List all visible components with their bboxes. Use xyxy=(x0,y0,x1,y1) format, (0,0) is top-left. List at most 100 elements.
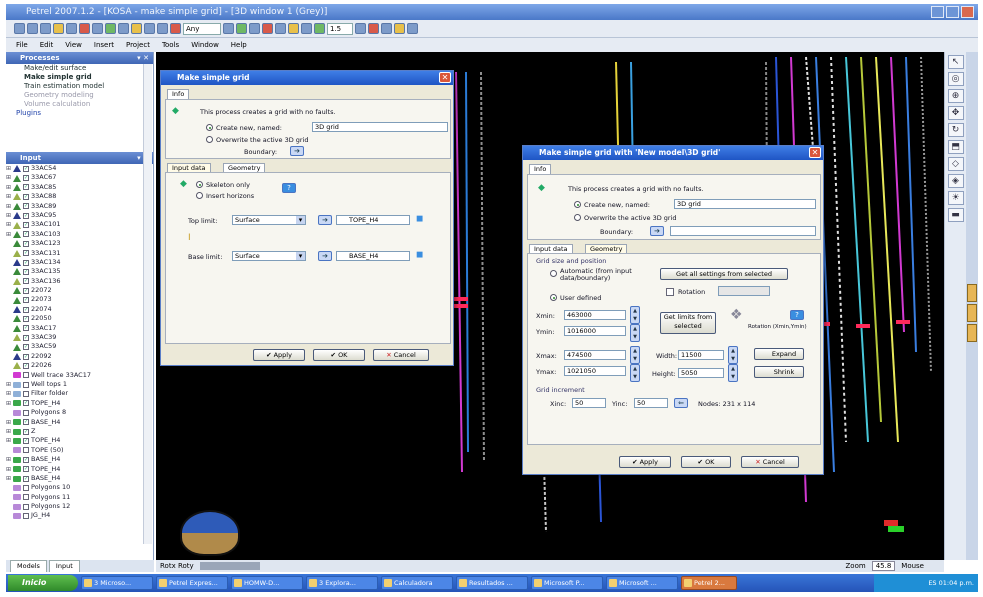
expand-toggle-icon[interactable]: ⊞ xyxy=(6,183,12,192)
axis-icon[interactable] xyxy=(157,23,168,34)
xinc-input[interactable]: 50 xyxy=(572,398,606,408)
dialog2-ok-button[interactable]: ✔ OK xyxy=(681,456,731,468)
tree-item[interactable]: ⊞ ✓ 33AC54 xyxy=(6,164,153,173)
visibility-checkbox[interactable]: ✓ xyxy=(23,325,29,332)
xmin-spinner[interactable]: ▲ ▼ xyxy=(630,306,640,324)
side-tool-icon[interactable] xyxy=(967,324,977,342)
tree-item[interactable]: ✓ 33AC59 xyxy=(6,342,153,351)
visibility-checkbox[interactable]: ✓ xyxy=(23,240,29,247)
tree-item[interactable]: ⊞ ✓ 33AC89 xyxy=(6,202,153,211)
expand-toggle-icon[interactable]: ⊞ xyxy=(6,211,12,220)
tree-item[interactable]: ⊞ ✓ BASE_H4 xyxy=(6,418,153,427)
tree-item[interactable]: ✓ 22074 xyxy=(6,305,153,314)
layout-icon[interactable] xyxy=(355,23,366,34)
top-limit-type-select[interactable]: Surface xyxy=(232,215,306,225)
rotation-checkbox[interactable] xyxy=(666,288,674,296)
tree-item[interactable]: JG_H4 xyxy=(6,511,153,520)
tree-item[interactable]: ⊞ ✓ 33AC103 xyxy=(6,230,153,239)
top-limit-input[interactable]: TOPE_H4 xyxy=(336,215,410,225)
process-make-edit-surface[interactable]: Make/edit surface xyxy=(6,64,153,73)
expand-toggle-icon[interactable]: ⊞ xyxy=(6,436,12,445)
xmax-spinner[interactable]: ▲ ▼ xyxy=(630,346,640,364)
menu-help[interactable]: Help xyxy=(231,41,247,49)
tree-item[interactable]: ⊞ ✓ 33AC67 xyxy=(6,173,153,182)
expand-toggle-icon[interactable]: ⊞ xyxy=(6,202,12,211)
expand-toggle-icon[interactable]: ⊞ xyxy=(6,173,12,182)
task-button[interactable]: Calculadora xyxy=(381,576,453,590)
pan-icon[interactable]: ✥ xyxy=(947,106,964,120)
expand-toggle-icon[interactable]: ⊞ xyxy=(6,418,12,427)
tree-item[interactable]: ⊞ ✓ TOPE_H4 xyxy=(6,436,153,445)
task-button[interactable]: 3 Explora... xyxy=(306,576,378,590)
visibility-checkbox[interactable] xyxy=(23,391,29,398)
user-defined-radio[interactable] xyxy=(550,294,557,301)
visibility-checkbox[interactable] xyxy=(23,372,29,379)
get-limits-button[interactable]: Get limits from selected xyxy=(660,312,716,334)
dialog1-create-new-radio[interactable] xyxy=(206,124,213,131)
palette-icon[interactable] xyxy=(394,23,405,34)
dialog1-boundary-arrow-button[interactable]: ➔ xyxy=(290,146,304,156)
visibility-checkbox[interactable]: ✓ xyxy=(23,259,29,266)
panel-controls-icon[interactable]: ▾ ✕ xyxy=(137,52,149,64)
tree-item[interactable]: ⊞ ✓ BASE_H4 xyxy=(6,474,153,483)
scale-combo[interactable]: 1.5 xyxy=(327,22,353,35)
tree-item[interactable]: ✓ 33AC123 xyxy=(6,239,153,248)
dialog1-ok-button[interactable]: ✔ OK xyxy=(313,349,365,361)
front-view-icon[interactable]: ◈ xyxy=(947,174,964,188)
start-button[interactable]: Inicio xyxy=(8,575,78,591)
base-limit-type-select[interactable]: Surface xyxy=(232,251,306,261)
visibility-checkbox[interactable]: ✓ xyxy=(23,203,29,210)
visibility-checkbox[interactable]: ✓ xyxy=(23,193,29,200)
tree-item[interactable]: ✓ 22073 xyxy=(6,295,153,304)
tree-item[interactable]: ✓ 33AC136 xyxy=(6,277,153,286)
dialog2-cancel-button[interactable]: ✕ Cancel xyxy=(741,456,799,468)
visibility-checkbox[interactable]: ✓ xyxy=(23,250,29,257)
automatic-radio[interactable] xyxy=(550,270,557,277)
dialog1-cancel-button[interactable]: ✕ Cancel xyxy=(373,349,429,361)
visibility-checkbox[interactable] xyxy=(23,409,29,416)
tree-item[interactable]: TOPE (50) xyxy=(6,446,153,455)
ymin-spinner[interactable]: ▲ ▼ xyxy=(630,324,640,342)
dialog2-overwrite-radio[interactable] xyxy=(574,214,581,221)
tree-item[interactable]: Well trace 33AC17 xyxy=(6,371,153,380)
light-icon[interactable]: ☀ xyxy=(947,191,964,205)
top-limit-arrow-button[interactable]: ➔ xyxy=(318,215,332,225)
expand-toggle-icon[interactable]: ⊞ xyxy=(6,220,12,229)
tree-item[interactable]: Polygons 11 xyxy=(6,493,153,502)
visibility-checkbox[interactable]: ✓ xyxy=(23,353,29,360)
plugins-node[interactable]: Plugins xyxy=(6,109,153,118)
input-scrollbar[interactable] xyxy=(143,64,152,544)
visibility-checkbox[interactable] xyxy=(23,381,29,388)
side-tool-icon[interactable] xyxy=(967,304,977,322)
expand-toggle-icon[interactable]: ⊞ xyxy=(6,230,12,239)
rotation-slider[interactable] xyxy=(199,562,260,570)
expand-toggle-icon[interactable]: ⊞ xyxy=(6,427,12,436)
window-icon[interactable] xyxy=(381,23,392,34)
tree-item[interactable]: Polygons 12 xyxy=(6,502,153,511)
height-spinner[interactable]: ▲ ▼ xyxy=(728,364,738,382)
compass-icon[interactable] xyxy=(180,510,240,556)
rotate-icon[interactable]: ↻ xyxy=(947,123,964,137)
tree-item[interactable]: ⊞ Filter folder xyxy=(6,389,153,398)
xmax-input[interactable]: 474500 xyxy=(564,350,626,360)
visibility-checkbox[interactable]: ✓ xyxy=(23,212,29,219)
dialog2-apply-button[interactable]: ✔ Apply xyxy=(619,456,671,468)
task-button-active[interactable]: Petrel 2... xyxy=(681,576,737,590)
tree-item[interactable]: ⊞ ✓ 33AC101 xyxy=(6,220,153,229)
tree-item[interactable]: Polygons 10 xyxy=(6,483,153,492)
expand-toggle-icon[interactable]: ⊞ xyxy=(6,192,12,201)
base-limit-arrow-button[interactable]: ➔ xyxy=(318,251,332,261)
visibility-checkbox[interactable]: ✓ xyxy=(23,184,29,191)
xmin-input[interactable]: 463000 xyxy=(564,310,626,320)
expand-toggle-icon[interactable]: ⊞ xyxy=(6,164,12,173)
tree-item[interactable]: ⊞ ✓ 33AC88 xyxy=(6,192,153,201)
shrink-button[interactable]: Shrink xyxy=(754,366,804,378)
dialog2-boundary-input[interactable] xyxy=(670,226,816,236)
fault-icon[interactable] xyxy=(275,23,286,34)
menu-window[interactable]: Window xyxy=(191,41,219,49)
tree-item[interactable]: ✓ 22026 xyxy=(6,361,153,370)
processes-header[interactable]: Processes ▾ ✕ xyxy=(6,52,153,64)
folder-icon[interactable] xyxy=(53,23,64,34)
tree-item[interactable]: ⊞ Well tops 1 xyxy=(6,380,153,389)
tree-item[interactable]: ⊞ ✓ Z xyxy=(6,427,153,436)
